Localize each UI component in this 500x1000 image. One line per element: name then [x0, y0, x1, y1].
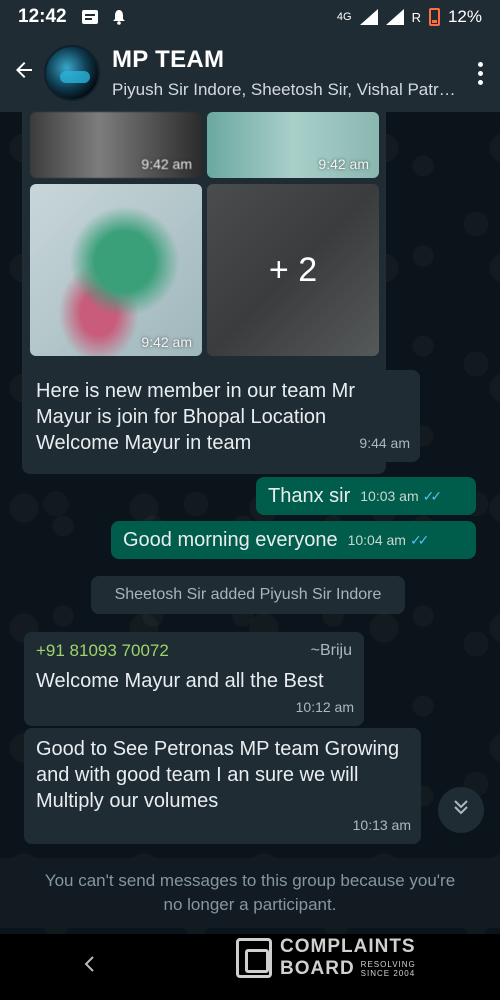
- message-time: 10:03 am: [360, 488, 419, 504]
- chat-header: MP TEAM Piyush Sir Indore, Sheetosh Sir,…: [0, 34, 500, 112]
- battery-percent: 12%: [447, 7, 482, 26]
- message-time: 10:12 am: [295, 699, 354, 715]
- watermark: COMPLAINTS BOARD RESOLVING SINCE 2004: [236, 936, 456, 980]
- battery-icon: [428, 8, 440, 26]
- sender-phone[interactable]: +91 81093 70072: [36, 640, 169, 662]
- group-participants: Piyush Sir Indore, Sheetosh Sir, Vishal …: [112, 80, 456, 99]
- watermark-line1: COMPLAINTS: [280, 936, 416, 957]
- message-text: Thanx sir: [268, 485, 351, 507]
- message-bubble-incoming[interactable]: +91 81093 70072 ~Briju Welcome Mayur and…: [24, 632, 364, 726]
- cannot-send-notice: You can't send messages to this group be…: [0, 858, 500, 928]
- group-info[interactable]: MP TEAM Piyush Sir Indore, Sheetosh Sir,…: [112, 46, 460, 100]
- status-bar: 12:42 4G R 12%: [0, 0, 500, 34]
- complaints-board-logo-icon: [236, 938, 272, 978]
- network-type: 4G: [336, 11, 352, 23]
- sender-row: +91 81093 70072 ~Briju: [36, 640, 352, 662]
- message-time: 9:44 am: [359, 435, 410, 451]
- media-time: 9:42 am: [141, 156, 192, 172]
- signal-icon-2: [385, 9, 404, 25]
- media-time: 9:42 am: [318, 156, 369, 172]
- message-time: 10:04 am: [347, 532, 406, 548]
- double-check-icon: ✓✓: [409, 532, 430, 548]
- media-thumbnail[interactable]: 9:42 am: [207, 112, 379, 178]
- signal-icon: [359, 9, 378, 25]
- media-thumbnail[interactable]: 9:42 am: [30, 184, 202, 356]
- bell-icon: [111, 9, 129, 25]
- chevron-left-icon: [82, 954, 96, 979]
- arrow-left-icon: [12, 57, 36, 89]
- message-time: 10:13 am: [352, 817, 411, 833]
- nav-back-button[interactable]: [82, 954, 122, 980]
- clock: 12:42: [18, 6, 67, 27]
- message-bubble-incoming[interactable]: Good to See Petronas MP team Growing and…: [24, 728, 421, 844]
- back-button[interactable]: [4, 34, 44, 112]
- watermark-small1: RESOLVING: [360, 960, 416, 969]
- message-text: Good morning everyone: [123, 529, 338, 551]
- double-check-icon: ✓✓: [422, 488, 443, 504]
- roaming-indicator: R: [411, 9, 421, 25]
- message-text: Good to See Petronas MP team Growing and…: [36, 738, 400, 812]
- message-text: Here is new member in our team Mr Mayur …: [36, 380, 355, 454]
- group-avatar[interactable]: [44, 45, 100, 101]
- sender-name: ~Briju: [310, 642, 352, 659]
- message-bubble-incoming[interactable]: Here is new member in our team Mr Mayur …: [24, 370, 420, 462]
- media-time: 9:42 am: [141, 334, 192, 350]
- watermark-text: COMPLAINTS BOARD RESOLVING SINCE 2004: [280, 936, 416, 980]
- media-thumbnail[interactable]: 9:42 am: [30, 112, 202, 178]
- watermark-small2: SINCE 2004: [360, 969, 416, 978]
- scroll-to-bottom-button[interactable]: [438, 787, 484, 833]
- more-media-count: + 2: [268, 250, 318, 289]
- message-bubble-outgoing[interactable]: Thanx sir 10:03 am ✓✓: [256, 477, 476, 515]
- media-more-thumbnail[interactable]: + 2: [207, 184, 379, 356]
- chevron-double-down-icon: [451, 797, 471, 823]
- message-text: Welcome Mayur and all the Best: [36, 670, 324, 692]
- message-notification-icon: [81, 9, 99, 25]
- group-title: MP TEAM: [112, 46, 225, 73]
- message-bubble-outgoing[interactable]: Good morning everyone 10:04 am ✓✓: [111, 521, 476, 559]
- status-right: 4G R 12%: [337, 7, 482, 27]
- more-vertical-icon[interactable]: [460, 61, 500, 85]
- watermark-line2: BOARD: [280, 958, 355, 979]
- system-message: Sheetosh Sir added Piyush Sir Indore: [91, 576, 405, 614]
